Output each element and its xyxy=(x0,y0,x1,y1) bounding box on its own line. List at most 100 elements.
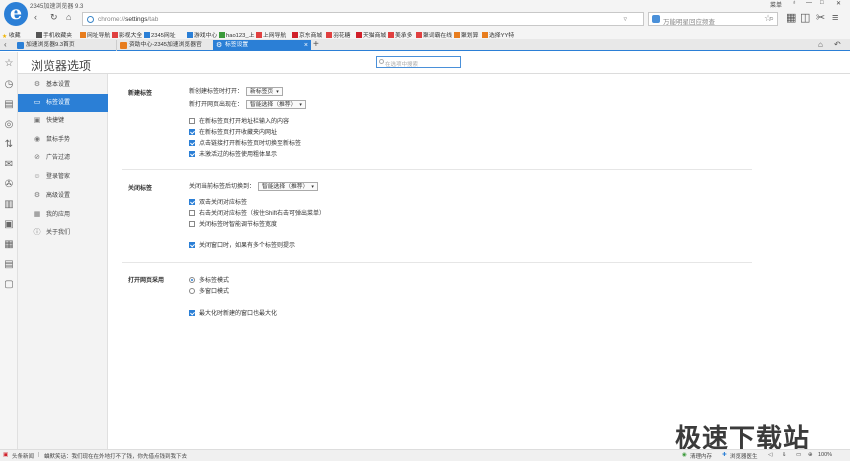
mail-icon[interactable]: ✉ xyxy=(3,159,15,171)
restore-tab-icon[interactable]: ⌂ xyxy=(818,40,823,49)
bookmark-item[interactable]: 美承多 xyxy=(388,30,412,39)
bookmark-item[interactable]: hao123_上 xyxy=(219,30,254,39)
bookmark-item[interactable]: 羽花糖 xyxy=(326,30,350,39)
checkbox[interactable] xyxy=(189,140,195,146)
bookmark-item[interactable]: 影视大全 xyxy=(112,30,142,39)
bookmark-item[interactable]: 网址导航 xyxy=(80,30,110,39)
menu-button[interactable]: 菜单 xyxy=(770,0,782,9)
bookmark-item[interactable]: 2345网址 xyxy=(144,30,176,39)
checkbox[interactable] xyxy=(189,129,195,135)
undo-close-icon[interactable]: ↶ xyxy=(834,40,841,49)
history-clock-icon[interactable]: ◷ xyxy=(3,79,15,91)
checkbox-bold-inactive-tabs[interactable]: 未激活过的标签使用粗体显示 xyxy=(189,149,277,158)
extensions-icon[interactable]: ◫ xyxy=(800,12,810,24)
bookmark-item[interactable]: 聚划算 xyxy=(454,30,478,39)
search-box[interactable]: 万能明星回应频查 ⌕ xyxy=(648,12,778,26)
tab-close-icon[interactable]: × xyxy=(304,40,308,51)
bookmark-item[interactable]: 游戏中心 xyxy=(187,30,217,39)
screenshot-icon[interactable]: ✂ xyxy=(816,12,825,24)
browser-logo-icon[interactable]: e xyxy=(4,2,28,26)
game-icon[interactable]: ✇ xyxy=(3,179,15,191)
sidebar-item-shortcuts[interactable]: ▣ 快捷键 xyxy=(18,112,108,130)
checkbox[interactable] xyxy=(189,118,195,124)
speaker-icon[interactable]: ◁ xyxy=(768,452,772,458)
checkbox[interactable] xyxy=(189,199,195,205)
checkbox-switch-to-new-tab[interactable]: 点击链接打开新标签页时切换至新标签 xyxy=(189,138,301,147)
radio-multi-tab-mode[interactable]: 多标签模式 xyxy=(189,275,229,284)
sidebar-item-my-apps[interactable]: ▦ 我的应用 xyxy=(18,206,108,224)
tab-donate[interactable]: 资助中心-2345加速浏览器官 xyxy=(116,40,212,51)
more-icon[interactable]: ≡ xyxy=(832,12,838,24)
bookmark-item[interactable]: 天猫商城 xyxy=(356,30,386,39)
search-input[interactable]: 万能明星回应频查 xyxy=(663,16,715,26)
news-ticker[interactable]: 蛐默笑话：我们现在在外地打不了钱，你先借点钱到我下去 xyxy=(44,452,187,460)
address-bar[interactable]: chrome://settings/tab ▿ xyxy=(82,12,644,26)
sidebar-item-ad-filter[interactable]: ⊘ 广告过滤 xyxy=(18,149,108,167)
maximize-button[interactable]: □ xyxy=(820,0,824,6)
page-info-icon[interactable] xyxy=(87,16,94,23)
apps-grid-icon[interactable]: ▦ xyxy=(786,12,796,24)
sidebar-item-advanced[interactable]: ⚙ 高级设置 xyxy=(18,187,108,205)
close-button[interactable]: ✕ xyxy=(836,0,841,7)
new-tab-icon[interactable]: + xyxy=(313,40,319,50)
checkbox-open-favorites-in-new-tab[interactable]: 在新标签页打开收藏夹内网址 xyxy=(189,127,277,136)
tab-settings[interactable]: ⚙ 标签设置 × xyxy=(213,40,311,51)
tab-scroll-left-icon[interactable]: ‹ xyxy=(4,40,7,49)
calculator-icon[interactable]: ▦ xyxy=(3,239,15,251)
radio-multi-window-mode[interactable]: 多窗口模式 xyxy=(189,286,229,295)
zoom-icon[interactable]: ⊕ xyxy=(808,452,813,458)
checkbox-double-click-close[interactable]: 双击关闭对应标签 xyxy=(189,197,247,206)
bookmark-item[interactable]: 手机收藏夹 xyxy=(36,30,72,39)
settings-search-input[interactable]: 在选项中搜索 xyxy=(376,56,461,68)
weibo-icon[interactable]: ◎ xyxy=(3,119,15,131)
radio-button[interactable] xyxy=(189,277,195,283)
checkbox[interactable] xyxy=(189,310,195,316)
window-icon[interactable]: ▭ xyxy=(796,452,801,458)
tab-home[interactable]: 加速浏览器9.3首页 xyxy=(14,40,114,51)
minimize-button[interactable]: — xyxy=(806,0,812,6)
checkbox[interactable] xyxy=(189,242,195,248)
checkbox[interactable] xyxy=(189,221,195,227)
shopping-icon[interactable]: ▣ xyxy=(3,219,15,231)
checkbox-maximize-new-window[interactable]: 最大化时新建的窗口也最大化 xyxy=(189,308,277,317)
sidebar-item-tabs[interactable]: ▭ 标签设置 xyxy=(18,94,108,112)
zoom-level[interactable]: 100% xyxy=(818,452,832,458)
checkbox-right-click-close[interactable]: 右击关闭对应标签（按住Shift右击可弹出菜单） xyxy=(189,208,325,217)
address-dropdown-icon[interactable]: ▿ xyxy=(623,15,627,23)
download-icon[interactable]: ⇅ xyxy=(3,139,15,151)
download-status-icon[interactable]: ⇓ xyxy=(782,452,787,458)
notes-icon[interactable]: ▤ xyxy=(3,259,15,271)
address-text[interactable]: chrome://settings/tab xyxy=(98,16,158,23)
search-engine-icon[interactable] xyxy=(652,15,660,23)
close-tab-switch-select[interactable]: 智能选择（推荐） ▾ xyxy=(258,181,318,191)
radio-button[interactable] xyxy=(189,288,195,294)
checkbox[interactable] xyxy=(189,210,195,216)
browser-doctor-button[interactable]: 浏览器医生 xyxy=(730,452,758,460)
bookmark-item[interactable]: 上网导航 xyxy=(256,30,286,39)
bookmark-item[interactable]: 聚词霸在线 xyxy=(416,30,452,39)
video-icon[interactable]: ▤ xyxy=(3,99,15,111)
checkbox[interactable] xyxy=(189,151,195,157)
skin-icon[interactable]: ♁ xyxy=(792,0,797,6)
desktop-icon[interactable]: ▢ xyxy=(3,279,15,291)
checkbox-smart-tab-width[interactable]: 关闭标签时智能调节标签宽度 xyxy=(189,219,277,228)
sidebar-item-login-manager[interactable]: ☺ 登录管家 xyxy=(18,168,108,186)
checkbox-warn-close-window[interactable]: 关闭窗口时，如果有多个标签则提示 xyxy=(189,240,295,249)
home-icon[interactable]: ⌂ xyxy=(66,13,71,22)
news-label[interactable]: 头条新闻 xyxy=(12,452,34,460)
favorite-star-icon[interactable]: ☆ xyxy=(764,12,772,24)
refresh-icon[interactable]: ↻ xyxy=(50,13,58,22)
checkbox-open-address-in-new-tab[interactable]: 在新标签页打开地址栏输入的内容 xyxy=(189,116,289,125)
news-icon[interactable]: ▥ xyxy=(3,199,15,211)
news-icon[interactable]: ▣ xyxy=(3,452,8,458)
new-tab-position-select[interactable]: 智能选择（推荐） ▾ xyxy=(246,99,306,109)
clean-memory-button[interactable]: 清理内存 xyxy=(690,452,712,460)
sidebar-item-basic[interactable]: ⚙ 基本设置 xyxy=(18,76,108,94)
back-icon[interactable]: ‹ xyxy=(34,13,37,22)
sidebar-item-about[interactable]: ⓘ 关于我们 xyxy=(18,224,108,242)
new-tab-open-select[interactable]: 新标签页 ▾ xyxy=(246,86,283,96)
sidebar-item-mouse-gestures[interactable]: ◉ 鼠标手势 xyxy=(18,131,108,149)
bookmark-item[interactable]: 选择YY特 xyxy=(482,30,514,39)
favorites-star-icon[interactable]: ☆ xyxy=(3,58,15,70)
bookmark-item[interactable]: 京东商城 xyxy=(292,30,322,39)
